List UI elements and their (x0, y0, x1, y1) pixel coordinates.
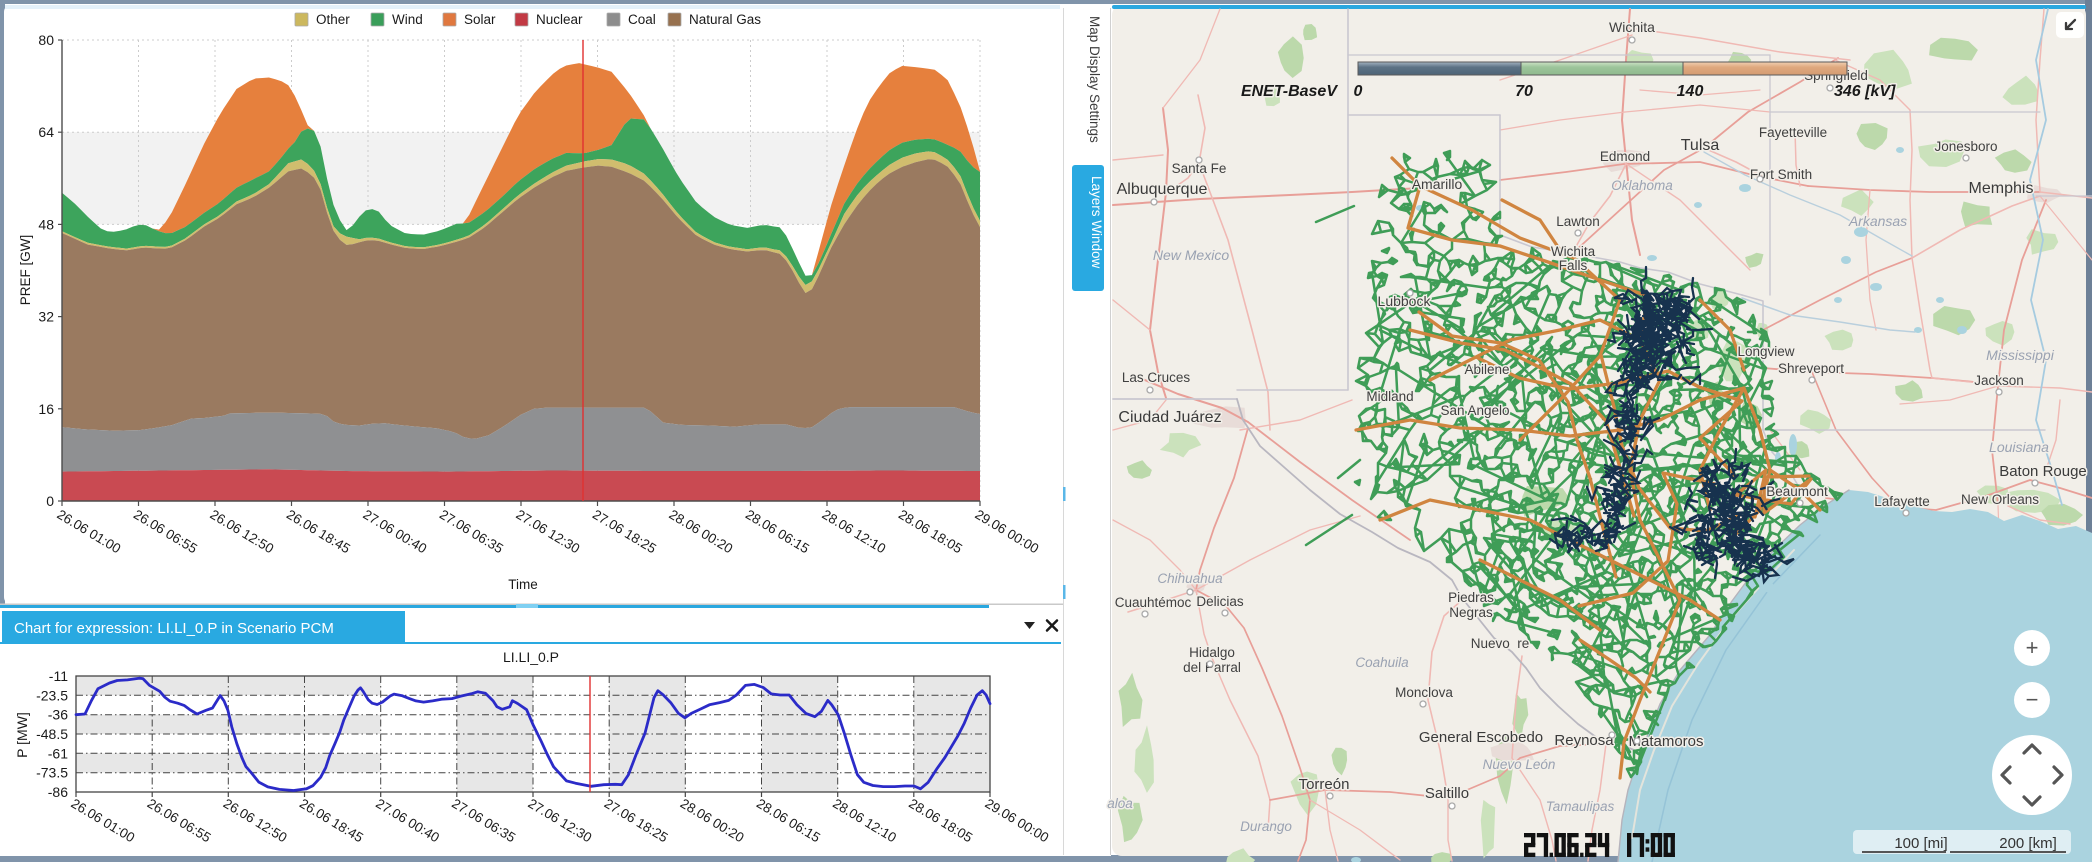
svg-text:Jonesboro: Jonesboro (1934, 139, 1997, 154)
svg-text:Nuclear: Nuclear (536, 12, 583, 27)
svg-text:Lawton: Lawton (1556, 214, 1600, 229)
svg-text:64: 64 (38, 124, 54, 140)
svg-text:Hidalgo: Hidalgo (1189, 645, 1235, 660)
svg-text:Abilene: Abilene (1464, 362, 1509, 377)
svg-text:Falls: Falls (1559, 258, 1588, 273)
svg-text:Oklahoma: Oklahoma (1611, 178, 1673, 193)
svg-text:Nuevo León: Nuevo León (1483, 757, 1556, 772)
svg-text:−: − (2026, 687, 2039, 712)
svg-text:Albuquerque: Albuquerque (1117, 181, 1208, 198)
svg-text:Amarillo: Amarillo (1412, 176, 1463, 192)
svg-text:Reynosa: Reynosa (1554, 732, 1614, 749)
svg-text:16: 16 (38, 401, 54, 417)
svg-text:Cuauhtémoc: Cuauhtémoc (1115, 595, 1192, 610)
svg-text:Monclova: Monclova (1395, 685, 1453, 700)
svg-text:Delicias: Delicias (1196, 594, 1244, 609)
svg-text:200 [km]: 200 [km] (1999, 835, 2057, 852)
svg-text:-86: -86 (48, 784, 68, 800)
svg-text:Wind: Wind (392, 12, 423, 27)
svg-text:Midland: Midland (1366, 389, 1413, 404)
svg-text:San Angelo: San Angelo (1440, 403, 1509, 418)
svg-text:Negras: Negras (1449, 605, 1493, 620)
svg-text:Fayetteville: Fayetteville (1759, 125, 1827, 140)
svg-text:100 [mi]: 100 [mi] (1894, 835, 1947, 852)
svg-text:Coal: Coal (628, 12, 656, 27)
svg-text:140: 140 (1677, 83, 1704, 100)
svg-text:Jackson: Jackson (1974, 373, 2024, 388)
svg-text:-48.5: -48.5 (36, 726, 68, 742)
svg-text:Nuevo re: Nuevo re (1471, 636, 1530, 651)
svg-text:Beaumont: Beaumont (1766, 484, 1828, 499)
svg-text:Chart for expression: LI.LI_0.: Chart for expression: LI.LI_0.P in Scena… (14, 620, 334, 637)
svg-text:PREF [GW]: PREF [GW] (18, 235, 33, 306)
svg-text:70: 70 (1515, 83, 1533, 100)
svg-text:Saltillo: Saltillo (1425, 785, 1469, 802)
svg-text:Lubbock: Lubbock (1378, 293, 1432, 309)
svg-text:Natural Gas: Natural Gas (689, 12, 761, 27)
svg-text:Louisiana: Louisiana (1989, 439, 2049, 455)
svg-text:Lafayette: Lafayette (1874, 494, 1930, 509)
svg-text:Wichita: Wichita (1609, 19, 1655, 35)
svg-text:Solar: Solar (464, 12, 496, 27)
svg-text:Arkansas: Arkansas (1848, 213, 1907, 229)
svg-text:Edmond: Edmond (1600, 149, 1650, 164)
svg-text:Durango: Durango (1240, 819, 1292, 834)
svg-text:0: 0 (46, 493, 54, 509)
svg-text:Piedras: Piedras (1448, 590, 1494, 605)
svg-text:Mississippi: Mississippi (1986, 347, 2055, 363)
svg-text:-36: -36 (48, 707, 68, 723)
svg-text:New Mexico: New Mexico (1153, 247, 1229, 263)
svg-text:Coahuila: Coahuila (1355, 655, 1409, 670)
svg-text:Map Display Settings: Map Display Settings (1087, 16, 1102, 143)
svg-text:P [MW]: P [MW] (14, 712, 30, 758)
svg-text:LI.LI_0.P: LI.LI_0.P (503, 649, 559, 665)
svg-text:-61: -61 (48, 745, 68, 761)
svg-text:Time: Time (508, 577, 538, 592)
svg-text:Other: Other (316, 12, 350, 27)
svg-text:General Escobedo: General Escobedo (1419, 729, 1543, 746)
svg-text:Baton Rouge: Baton Rouge (1999, 463, 2087, 480)
svg-text:80: 80 (38, 32, 54, 48)
svg-text:0: 0 (1354, 83, 1363, 100)
svg-text:ENET-BaseV: ENET-BaseV (1241, 83, 1338, 100)
svg-text:-73.5: -73.5 (36, 765, 68, 781)
svg-text:Tulsa: Tulsa (1681, 137, 1720, 154)
svg-text:Memphis: Memphis (1969, 180, 2034, 197)
svg-text:Wichita: Wichita (1551, 244, 1596, 259)
svg-text:-23.5: -23.5 (36, 687, 68, 703)
svg-text:Shreveport: Shreveport (1778, 361, 1844, 376)
svg-text:Torreón: Torreón (1299, 776, 1350, 793)
svg-text:Tamaulipas: Tamaulipas (1546, 799, 1615, 814)
svg-text:Ciudad Juárez: Ciudad Juárez (1118, 409, 1221, 426)
svg-text:346 [kV]: 346 [kV] (1834, 83, 1896, 100)
svg-text:Las Cruces: Las Cruces (1122, 370, 1191, 385)
svg-text:48: 48 (38, 216, 54, 232)
svg-text:Chihuahua: Chihuahua (1157, 571, 1223, 586)
svg-text:New Orleans: New Orleans (1961, 492, 2039, 507)
svg-text:Longview: Longview (1737, 344, 1794, 359)
svg-text:32: 32 (38, 309, 54, 325)
svg-text:+: + (2026, 635, 2039, 660)
svg-text:aloa: aloa (1107, 796, 1133, 811)
svg-text:Layers Window: Layers Window (1089, 176, 1104, 269)
svg-text:-11: -11 (49, 668, 68, 684)
